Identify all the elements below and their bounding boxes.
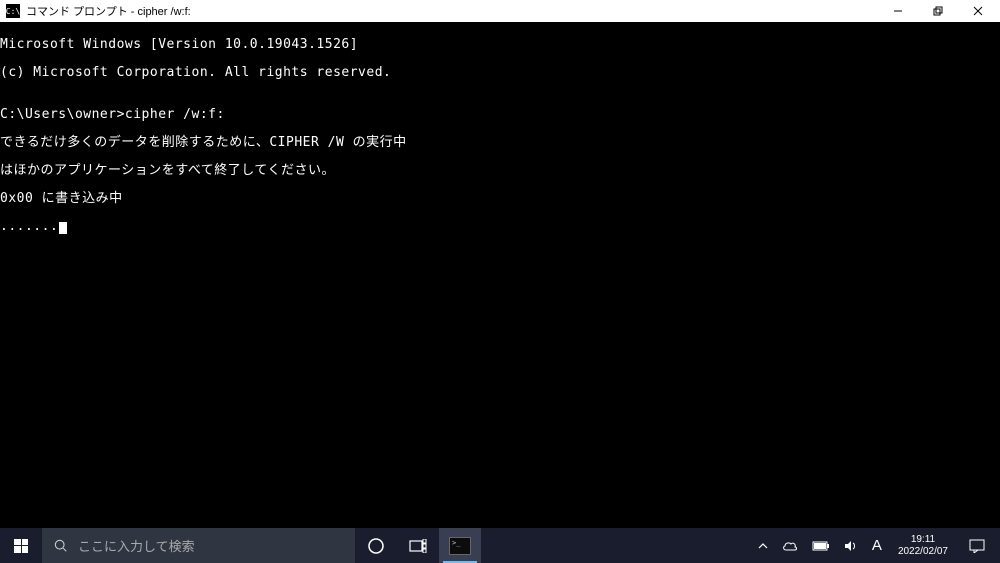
cursor (59, 222, 67, 234)
maximize-button[interactable] (918, 0, 958, 22)
taskbar: ここに入力して検索 >_ A 19:11 2022/02/07 (0, 528, 1000, 563)
clock-time: 19:11 (898, 534, 948, 546)
window-titlebar: C:\ コマンド プロンプト - cipher /w:f: (0, 0, 1000, 22)
battery-icon (812, 541, 830, 551)
close-icon (973, 6, 983, 16)
notification-icon (969, 539, 985, 553)
tray-battery[interactable] (806, 528, 836, 563)
minimize-icon (893, 6, 903, 16)
cmd-app-icon: >_ (449, 537, 471, 555)
chevron-up-icon (758, 543, 768, 549)
taskbar-app-cmd[interactable]: >_ (439, 528, 481, 563)
tray-onedrive[interactable] (776, 528, 804, 563)
console-prompt: C:\Users\owner>cipher /w:f: (0, 108, 1000, 122)
console-line: Microsoft Windows [Version 10.0.19043.15… (0, 38, 1000, 52)
console-line: (c) Microsoft Corporation. All rights re… (0, 66, 1000, 80)
cortana-button[interactable] (355, 528, 397, 563)
task-icons: >_ (355, 528, 481, 563)
window-controls (878, 0, 998, 22)
console-progress: ....... (0, 220, 1000, 234)
console-line: はほかのアプリケーションをすべて終了してください。 (0, 164, 1000, 178)
console-line: 0x00 に書き込み中 (0, 192, 1000, 206)
task-view-icon (409, 539, 427, 553)
ime-indicator[interactable]: A (866, 528, 888, 563)
cmd-icon: C:\ (6, 4, 20, 18)
search-input[interactable]: ここに入力して検索 (42, 528, 355, 563)
minimize-button[interactable] (878, 0, 918, 22)
search-placeholder: ここに入力して検索 (78, 536, 195, 555)
cloud-icon (782, 540, 798, 551)
cortana-icon (367, 537, 385, 555)
console-output[interactable]: Microsoft Windows [Version 10.0.19043.15… (0, 22, 1000, 248)
tray-volume[interactable] (838, 528, 864, 563)
window-title: コマンド プロンプト - cipher /w:f: (26, 3, 878, 19)
start-button[interactable] (0, 528, 42, 563)
console-line: できるだけ多くのデータを削除するために、CIPHER /W の実行中 (0, 136, 1000, 150)
volume-icon (844, 539, 858, 553)
restore-icon (933, 6, 943, 16)
taskbar-clock[interactable]: 19:11 2022/02/07 (890, 534, 956, 558)
notifications-button[interactable] (958, 528, 996, 563)
cmd-icon-text: C:\ (6, 7, 20, 16)
task-view-button[interactable] (397, 528, 439, 563)
windows-logo-icon (14, 539, 28, 553)
tray-overflow-button[interactable] (752, 528, 774, 563)
system-tray: A 19:11 2022/02/07 (752, 528, 1000, 563)
clock-date: 2022/02/07 (898, 546, 948, 558)
progress-dots: ....... (0, 219, 58, 234)
close-button[interactable] (958, 0, 998, 22)
search-icon (54, 539, 68, 553)
